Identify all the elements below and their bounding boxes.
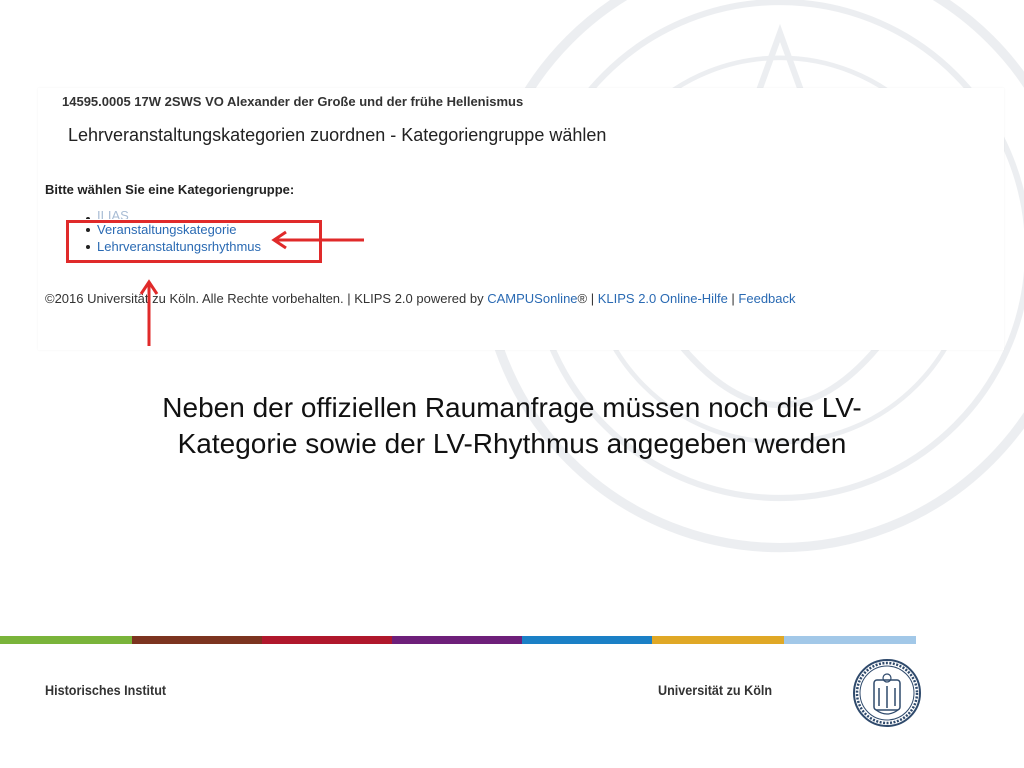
copyright-text: ©2016 Universität zu Köln. Alle Rechte v… <box>45 291 488 306</box>
category-link-ilias[interactable]: ILIAS <box>86 210 261 219</box>
footer-separator: | <box>727 291 739 306</box>
page-heading: Lehrveranstaltungskategorien zuordnen - … <box>68 125 607 145</box>
stripe-light-blue <box>784 636 916 644</box>
university-seal-icon <box>853 659 921 727</box>
stripe-purple <box>392 636 522 644</box>
stripe-green <box>0 636 132 644</box>
stripe-brown <box>132 636 262 644</box>
klips-screenshot: 14595.0005 17W 2SWS VO Alexander der Gro… <box>38 88 1004 350</box>
course-title: 14595.0005 17W 2SWS VO Alexander der Gro… <box>62 94 524 109</box>
category-prompt: Bitte wählen Sie eine Kategoriengruppe: <box>45 182 295 197</box>
caption-line-2: Kategorie sowie der LV-Rhythmus angegebe… <box>177 428 847 459</box>
caption-line-1: Neben der offiziellen Raumanfrage müssen… <box>162 392 862 423</box>
campusonline-link[interactable]: CAMPUSonline <box>487 291 577 306</box>
stripe-red <box>262 636 392 644</box>
online-help-link[interactable]: KLIPS 2.0 Online-Hilfe <box>598 291 728 306</box>
registered-separator: ® | <box>577 291 598 306</box>
institute-name: Historisches Institut <box>45 682 167 698</box>
university-name: Universität zu Köln <box>658 682 773 698</box>
red-arrow-up-icon <box>139 279 159 346</box>
stripe-blue <box>522 636 652 644</box>
feedback-link[interactable]: Feedback <box>738 291 795 306</box>
slide-caption: Neben der offiziellen Raumanfrage müssen… <box>60 390 964 462</box>
stripe-gold <box>652 636 784 644</box>
red-arrow-left-icon <box>271 230 364 250</box>
